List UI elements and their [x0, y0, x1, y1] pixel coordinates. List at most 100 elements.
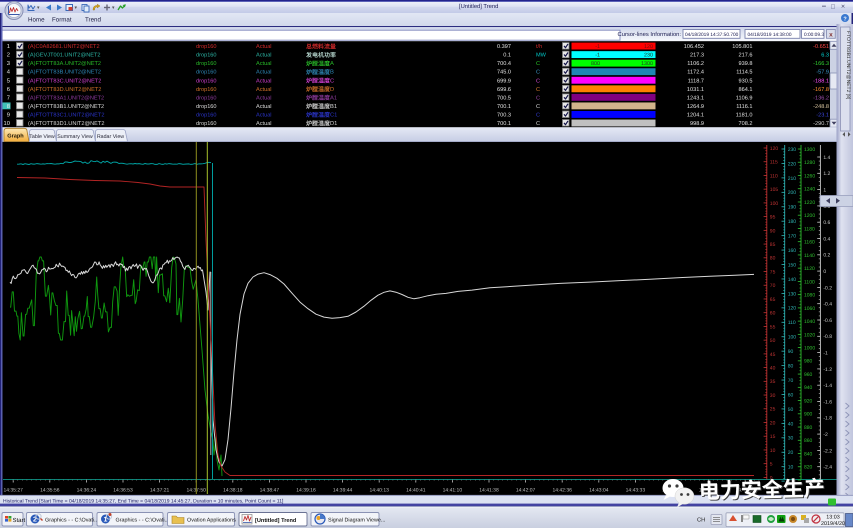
svg-text:1031.1: 1031.1 [687, 87, 704, 93]
svg-text:1280: 1280 [804, 160, 815, 166]
svg-text:130: 130 [788, 291, 797, 297]
svg-text:1020: 1020 [804, 332, 815, 338]
svg-text:14:37:21: 14:37:21 [150, 487, 170, 493]
svg-text:Trend: Trend [85, 17, 101, 24]
svg-text:745.0: 745.0 [497, 70, 511, 76]
svg-text:drop160: drop160 [196, 103, 217, 110]
svg-text:C: C [536, 112, 540, 118]
svg-text:-0.8: -0.8 [823, 334, 832, 340]
svg-text:Cursor-lines Information:: Cursor-lines Information: [618, 31, 682, 38]
svg-text:190: 190 [788, 205, 797, 211]
svg-text:0.4: 0.4 [823, 236, 830, 242]
svg-text:drop160: drop160 [196, 111, 217, 118]
svg-text:700.4: 700.4 [497, 61, 511, 67]
svg-text:14:42:36: 14:42:36 [552, 487, 572, 493]
svg-text:5: 5 [7, 78, 10, 84]
svg-text:864.1: 864.1 [739, 87, 753, 93]
svg-text:1: 1 [823, 188, 826, 194]
svg-text:35: 35 [770, 379, 776, 385]
svg-text:(A)FTOTT83D1.UNIT2@NET2: (A)FTOTT83D1.UNIT2@NET2 [28, 120, 104, 127]
svg-text:1240: 1240 [804, 187, 815, 193]
svg-text:14:35:56: 14:35:56 [40, 487, 60, 493]
svg-text:Historical Trend [Start Time =: Historical Trend [Start Time = 04/18/201… [3, 498, 284, 504]
svg-text:1243.1: 1243.1 [687, 95, 704, 101]
svg-text:20: 20 [788, 450, 794, 456]
svg-text:700.3: 700.3 [497, 112, 511, 118]
svg-text:14:36:24: 14:36:24 [77, 487, 97, 493]
svg-text:Ovation Applications: Ovation Applications [187, 518, 236, 524]
svg-text:A: A [330, 61, 334, 67]
svg-text:0.1: 0.1 [503, 53, 511, 59]
svg-text:230: 230 [788, 147, 797, 153]
svg-text:13:03: 13:03 [826, 515, 840, 521]
svg-text:Graph: Graph [7, 133, 24, 140]
svg-text:Actual: Actual [256, 103, 272, 110]
svg-text:55: 55 [770, 324, 776, 330]
svg-text:14:42:07: 14:42:07 [516, 487, 536, 493]
svg-text:14:39:16: 14:39:16 [296, 487, 316, 493]
svg-text:B: B [330, 70, 334, 76]
svg-text:FTOTT83B1.UNIT2@NET2 [8]: FTOTT83B1.UNIT2@NET2 [8] [845, 31, 851, 100]
svg-text:1100: 1100 [804, 279, 815, 285]
svg-text:3: 3 [7, 60, 10, 67]
svg-text:0:00:09.3: 0:00:09.3 [804, 32, 824, 38]
svg-text:D: D [330, 87, 334, 93]
svg-text:C: C [536, 95, 540, 101]
svg-text:[Untitled] Trend: [Untitled] Trend [255, 517, 297, 524]
svg-text:Actual: Actual [256, 60, 272, 67]
svg-text:920: 920 [804, 398, 813, 404]
svg-text:699.9: 699.9 [497, 78, 511, 84]
svg-text:1204.1: 1204.1 [687, 112, 704, 118]
svg-text:6: 6 [7, 86, 10, 93]
svg-text:60: 60 [770, 311, 776, 317]
svg-text:1220: 1220 [804, 200, 815, 206]
svg-text:C: C [536, 78, 540, 84]
svg-text:10: 10 [788, 465, 794, 471]
svg-text:1116.1: 1116.1 [736, 104, 752, 110]
svg-text:-167.8: -167.8 [813, 87, 829, 93]
svg-text:drop160: drop160 [196, 43, 217, 50]
svg-text:1181.0: 1181.0 [736, 112, 753, 118]
svg-text:70: 70 [788, 378, 794, 384]
svg-text:0.6: 0.6 [823, 220, 830, 226]
svg-text:820: 820 [804, 465, 813, 471]
svg-text:1114.5: 1114.5 [736, 70, 752, 76]
svg-text:105: 105 [770, 187, 779, 193]
svg-text:120: 120 [644, 44, 653, 50]
svg-text:t/h: t/h [536, 43, 542, 50]
svg-text:C: C [330, 77, 334, 84]
svg-text:(A)FTOTT83B1.UNIT2@NET2: (A)FTOTT83B1.UNIT2@NET2 [28, 103, 104, 110]
svg-text:10: 10 [4, 120, 10, 127]
svg-text:980: 980 [804, 359, 813, 365]
svg-text:0.397: 0.397 [497, 44, 511, 50]
svg-text:(A)C0A82681.UNIT2@NET2: (A)C0A82681.UNIT2@NET2 [28, 43, 100, 50]
svg-text:-0.651: -0.651 [813, 44, 829, 50]
svg-text:50: 50 [770, 338, 776, 344]
svg-text:Format: Format [52, 17, 72, 24]
svg-text:-1: -1 [595, 53, 600, 59]
svg-text:C: C [536, 61, 540, 67]
svg-text:1080: 1080 [804, 293, 815, 299]
svg-text:Actual: Actual [256, 52, 272, 59]
svg-text:220: 220 [788, 161, 797, 167]
svg-text:1160: 1160 [804, 240, 815, 246]
svg-text:Summary View: Summary View [57, 134, 93, 140]
svg-text:Graphics - - C:\Ovati...: Graphics - - C:\Ovati... [116, 518, 170, 524]
svg-text:-166.3: -166.3 [813, 61, 829, 67]
svg-text:14:43:04: 14:43:04 [589, 487, 609, 493]
svg-text:1118.7: 1118.7 [688, 78, 704, 84]
svg-text:1120: 1120 [804, 266, 815, 272]
svg-text:100: 100 [770, 201, 779, 207]
svg-text:90: 90 [788, 349, 794, 355]
svg-text:(A)FTOTT83C.UNIT2@NET2: (A)FTOTT83C.UNIT2@NET2 [28, 77, 101, 84]
svg-text:04/18/2019 14:37:50.700: 04/18/2019 14:37:50.700 [685, 32, 739, 38]
svg-text:-1: -1 [823, 351, 828, 357]
svg-text:(A)GEVJT001.UNIT2@NET2: (A)GEVJT001.UNIT2@NET2 [28, 52, 101, 59]
svg-text:900: 900 [804, 412, 813, 418]
svg-text:60: 60 [788, 392, 794, 398]
svg-text:(A)FTOTT83A.UNIT2@NET2: (A)FTOTT83A.UNIT2@NET2 [28, 60, 101, 67]
svg-text:45: 45 [770, 352, 776, 358]
svg-text:160: 160 [788, 248, 797, 254]
svg-text:14:41:10: 14:41:10 [443, 487, 463, 493]
svg-text:Actual: Actual [256, 86, 272, 93]
